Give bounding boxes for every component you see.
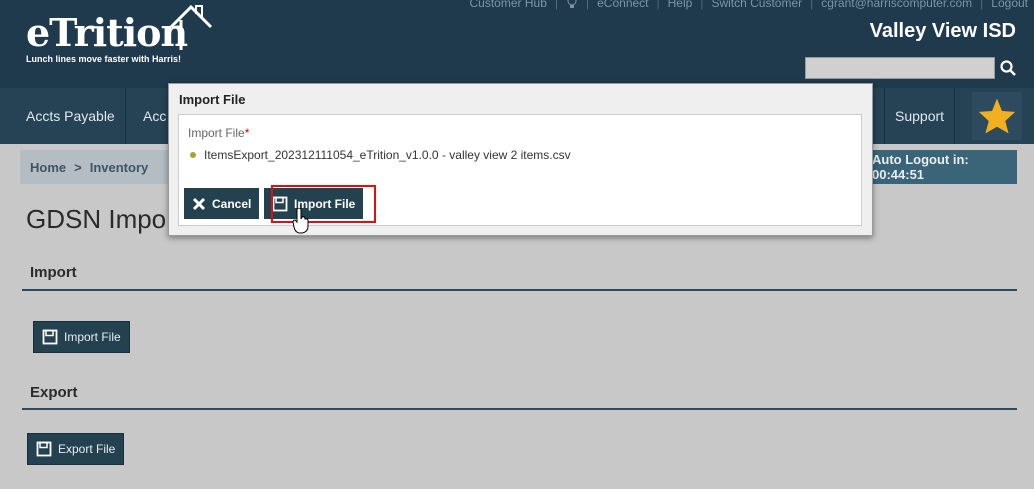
breadcrumb-inventory[interactable]: Inventory bbox=[90, 160, 149, 175]
highlight-box bbox=[271, 185, 376, 223]
section-divider bbox=[22, 289, 1017, 291]
link-divider: | bbox=[810, 0, 814, 10]
lightbulb-icon[interactable] bbox=[566, 0, 578, 10]
cancel-label: Cancel bbox=[212, 196, 252, 211]
import-file-field-label: Import File* bbox=[188, 126, 249, 140]
import-section-title: Import bbox=[30, 264, 77, 281]
link-divider: | bbox=[980, 0, 984, 10]
selected-file-name: ItemsExport_202312111054_eTrition_v1.0.0… bbox=[204, 148, 571, 162]
star-icon bbox=[978, 98, 1016, 134]
save-icon bbox=[42, 329, 58, 345]
top-link-help[interactable]: Help bbox=[668, 0, 693, 10]
hand-cursor-icon bbox=[292, 208, 309, 234]
dialog-body: Import File* ItemsExport_202312111054_eT… bbox=[178, 114, 862, 226]
search-icon bbox=[1000, 60, 1016, 76]
dialog-title: Import File bbox=[179, 92, 246, 107]
top-link-user-email[interactable]: cgrant@harriscomputer.com bbox=[821, 0, 972, 10]
search-button[interactable] bbox=[997, 57, 1019, 79]
link-divider: | bbox=[700, 0, 704, 10]
auto-logout-timer: Auto Logout in: 00:44:51 bbox=[862, 150, 1017, 184]
breadcrumb: Home > Inventory bbox=[20, 150, 170, 184]
save-icon bbox=[36, 441, 52, 457]
export-file-button[interactable]: Export File bbox=[27, 433, 125, 465]
house-logo-icon bbox=[169, 4, 213, 50]
link-divider: | bbox=[586, 0, 590, 10]
import-file-label: Import File bbox=[64, 330, 121, 344]
link-divider: | bbox=[554, 0, 558, 10]
nav-item-support[interactable]: Support bbox=[884, 88, 956, 144]
import-file-dialog: Import File Import File* ItemsExport_202… bbox=[168, 83, 873, 236]
search-input[interactable] bbox=[805, 57, 995, 79]
favorites-button[interactable] bbox=[972, 92, 1022, 140]
top-link-customer-hub[interactable]: Customer Hub bbox=[470, 0, 547, 10]
cancel-button[interactable]: Cancel bbox=[184, 188, 260, 219]
logo-text: eTrition bbox=[26, 10, 188, 55]
etrition-logo[interactable]: eTrition Lunch lines move faster with Ha… bbox=[26, 4, 213, 64]
district-name: Valley View ISD bbox=[869, 20, 1016, 42]
nav-item-accts-payable[interactable]: Accts Payable bbox=[16, 88, 126, 144]
close-icon bbox=[192, 197, 206, 210]
logo-tagline: Lunch lines move faster with Harris! bbox=[26, 54, 182, 64]
required-marker: * bbox=[244, 126, 250, 140]
breadcrumb-separator: > bbox=[74, 159, 82, 175]
app-header: eTrition Lunch lines move faster with Ha… bbox=[0, 0, 1034, 88]
selected-file: ItemsExport_202312111054_eTrition_v1.0.0… bbox=[190, 148, 571, 162]
import-file-button[interactable]: Import File bbox=[33, 321, 130, 353]
top-link-switch-customer[interactable]: Switch Customer bbox=[711, 0, 802, 10]
top-link-econnect[interactable]: eConnect bbox=[597, 0, 648, 10]
field-label-text: Import File bbox=[188, 126, 245, 140]
export-section-title: Export bbox=[30, 384, 78, 401]
page-title: GDSN Impo bbox=[26, 204, 167, 234]
breadcrumb-home[interactable]: Home bbox=[30, 160, 66, 175]
link-divider: | bbox=[656, 0, 660, 10]
export-file-label: Export File bbox=[58, 442, 116, 456]
section-divider bbox=[22, 408, 1017, 410]
top-link-logout[interactable]: Logout bbox=[991, 0, 1028, 10]
top-links: Customer Hub | | eConnect | Help | Switc… bbox=[470, 0, 1028, 10]
file-status-dot bbox=[190, 152, 196, 158]
